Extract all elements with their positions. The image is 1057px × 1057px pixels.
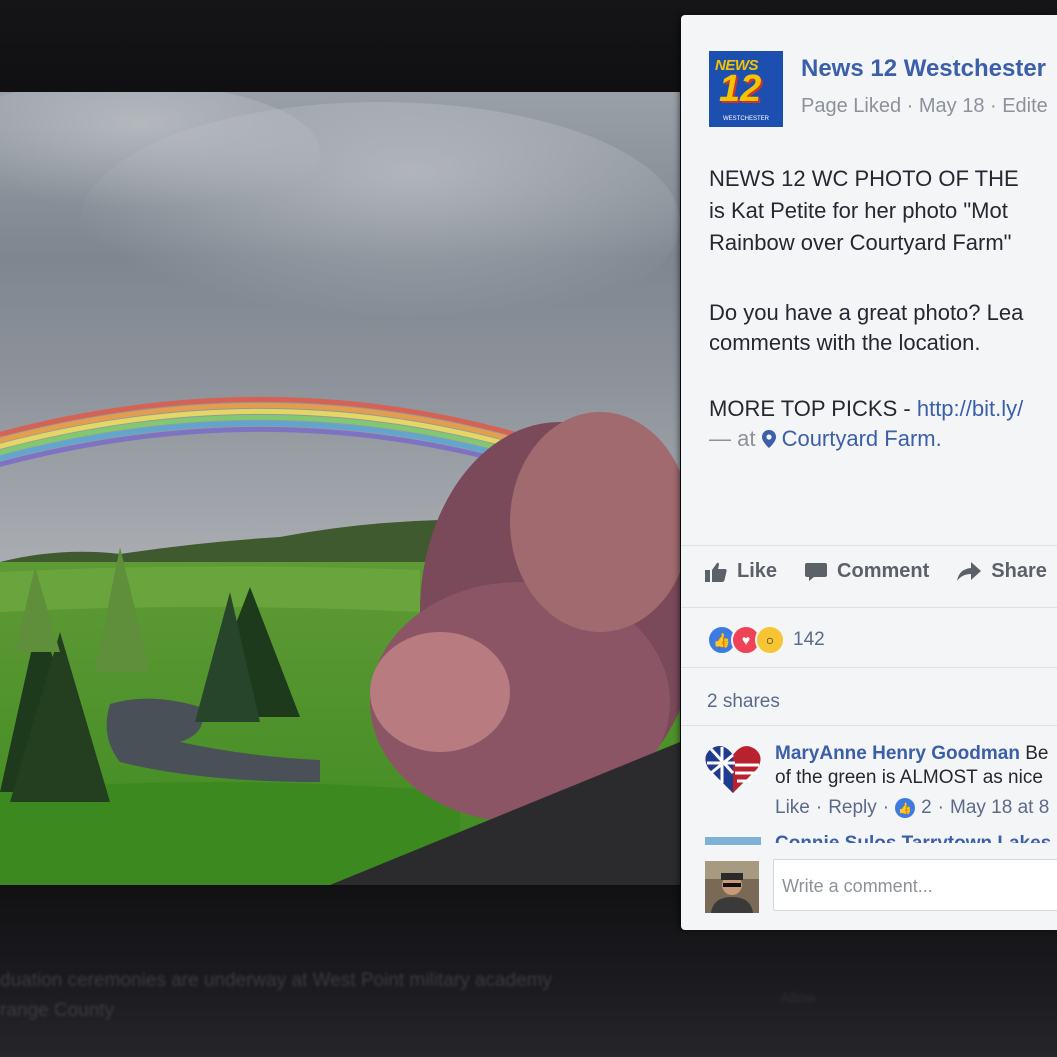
separator-dot: · <box>937 797 944 818</box>
wow-reaction-icon: ○ <box>755 625 785 655</box>
location-link[interactable]: Courtyard Farm. <box>782 426 942 451</box>
divider <box>681 607 1057 608</box>
post-text-line4: Do you have a great photo? Lea <box>709 300 1024 325</box>
reaction-summary[interactable]: 👍 ♥ ○ 142 <box>707 625 825 655</box>
map-pin-icon <box>761 430 776 448</box>
comment-item: MaryAnne Henry Goodman Be of the green i… <box>705 743 1057 823</box>
background-caption-line1: duation ceremonies are underway at West … <box>0 970 552 991</box>
divider <box>681 725 1057 726</box>
commenter-avatar[interactable] <box>705 743 761 795</box>
comment-icon <box>805 562 828 581</box>
next-commenter-avatar[interactable] <box>705 837 761 845</box>
comment-composer: Write a comment... <box>705 859 1057 915</box>
logo-number: 12 <box>719 68 762 110</box>
comment-like-link[interactable]: Like <box>775 797 810 819</box>
comment-label: Comment <box>837 560 930 582</box>
page-name-link[interactable]: News 12 Westchester <box>801 55 1046 83</box>
comment-text-start: Be <box>1019 743 1049 764</box>
post-photo[interactable] <box>0 92 680 885</box>
logo-bottom-text: WESTCHESTER <box>722 116 769 122</box>
separator-dot: · <box>815 797 823 818</box>
post-meta: Page Liked · May 18 · Edite <box>801 95 1048 117</box>
post-text-line1: NEWS 12 WC PHOTO OF THE <box>709 166 1019 191</box>
background-caption-line2: range County <box>0 1000 115 1021</box>
facebook-post-card: NEWS 12 WESTCHESTER News 12 Westchester … <box>681 15 1057 930</box>
comment-footer: Like · Reply · 👍 2 · May 18 at 8 <box>775 797 1049 819</box>
thumbs-up-icon <box>705 562 727 582</box>
top-picks-line: MORE TOP PICKS - http://bit.ly/ <box>709 393 1023 425</box>
comment-date[interactable]: May 18 at 8 <box>950 797 1049 819</box>
reaction-count: 142 <box>793 629 825 650</box>
share-arrow-icon <box>957 561 982 581</box>
top-picks-prefix: MORE TOP PICKS - <box>709 396 917 421</box>
comment-like-badge-icon: 👍 <box>895 798 916 818</box>
news12-logo[interactable]: NEWS 12 WESTCHESTER <box>709 51 783 127</box>
top-picks-link[interactable]: http://bit.ly/ <box>917 396 1023 421</box>
write-comment-input[interactable]: Write a comment... <box>773 859 1057 911</box>
divider <box>681 545 1057 546</box>
post-actions: Like Comment Share <box>705 560 1047 583</box>
comment-button[interactable]: Comment <box>805 560 929 583</box>
location-line: — at Courtyard Farm. <box>709 423 942 455</box>
post-text-line2: is Kat Petite for her photo "Mot <box>709 198 1008 223</box>
share-button[interactable]: Share <box>957 560 1047 583</box>
share-label: Share <box>991 560 1047 582</box>
like-button[interactable]: Like <box>705 560 777 583</box>
commenter-name-text: MaryAnne Henry Goodman <box>775 743 1020 764</box>
next-commenter-name[interactable]: Connie Sulos Tarrytown Lakes <box>775 833 1051 843</box>
post-header: NEWS 12 WESTCHESTER <box>709 51 783 127</box>
user-avatar <box>705 861 759 913</box>
rainbow-farm-image <box>0 92 680 885</box>
separator-dot: · <box>882 797 890 818</box>
post-text-line5: comments with the location. <box>709 330 981 355</box>
comment-reply-link[interactable]: Reply <box>828 797 877 819</box>
location-prefix: — at <box>709 426 762 451</box>
comment-text: of the green is ALMOST as nice <box>775 767 1043 788</box>
shares-count[interactable]: 2 shares <box>707 691 780 713</box>
commenter-name[interactable]: MaryAnne Henry Goodman Be <box>775 743 1048 765</box>
comment-like-count: 2 <box>921 797 932 818</box>
background-side-label: Allow <box>780 990 816 1007</box>
divider <box>681 667 1057 668</box>
like-label: Like <box>737 560 778 582</box>
post-text-line3: Rainbow over Courtyard Farm" <box>709 230 1012 255</box>
